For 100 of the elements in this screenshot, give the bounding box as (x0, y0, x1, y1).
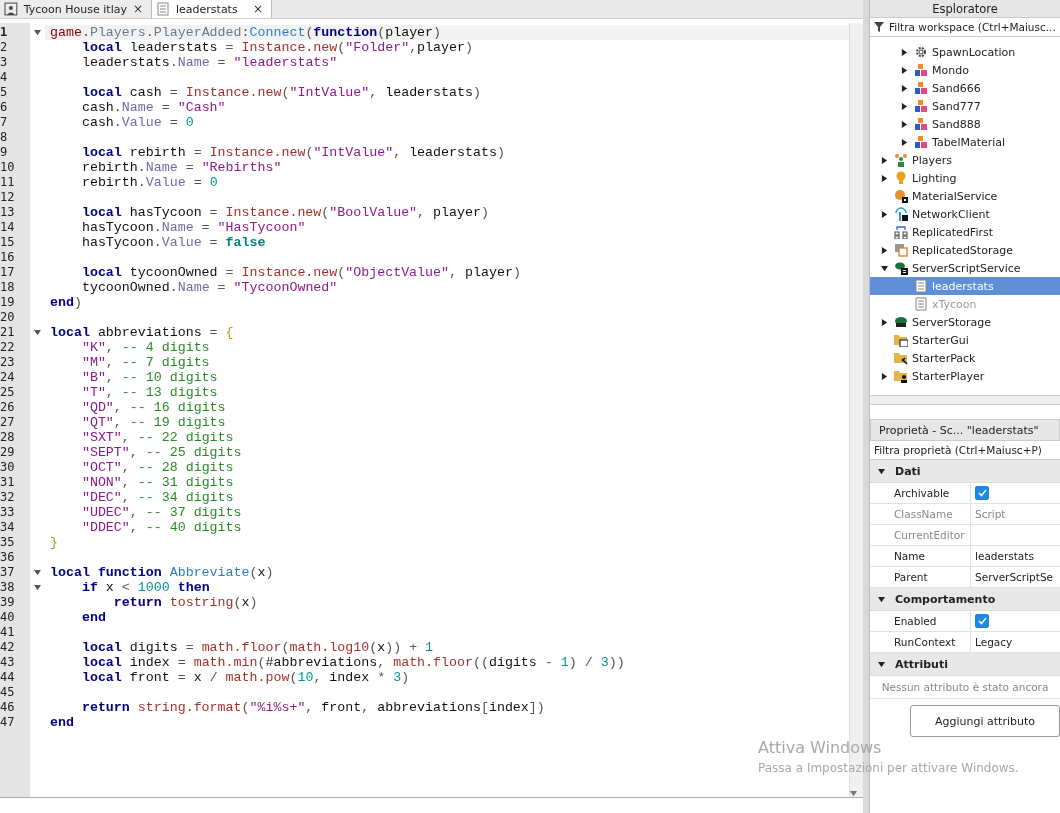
line-number: 47 (0, 715, 16, 730)
fold-arrow-icon[interactable] (34, 584, 41, 591)
tree-item[interactable]: MaterialService (870, 187, 1060, 205)
line-number: 12 (0, 190, 16, 205)
tree-item[interactable]: ServerStorage (870, 313, 1060, 331)
line-number: 15 (0, 235, 16, 250)
line-number: 27 (0, 415, 16, 430)
tree-item[interactable]: TabelMaterial (870, 133, 1060, 151)
code-line: "M", -- 7 digits (80, 355, 210, 370)
expand-arrow-icon[interactable] (880, 264, 888, 272)
tree-item[interactable]: SpawnLocation (870, 43, 1060, 61)
property-name: Enabled (870, 611, 971, 631)
expand-arrow-icon[interactable] (880, 372, 888, 380)
blocks-icon (914, 117, 928, 131)
add-attribute-button[interactable]: Aggiungi attributo (910, 705, 1060, 737)
checkbox[interactable] (975, 486, 989, 500)
expand-arrow-icon[interactable] (878, 595, 885, 603)
property-value[interactable]: ServerScriptSe (975, 571, 1053, 583)
expand-arrow-icon[interactable] (880, 318, 888, 326)
line-number: 34 (0, 520, 16, 535)
material-icon (894, 189, 908, 203)
code-line: end (50, 715, 74, 730)
fold-arrow-icon[interactable] (34, 569, 41, 576)
tree-item[interactable]: StarterPlayer (870, 367, 1060, 385)
line-number: 1 (0, 25, 9, 40)
tree-item[interactable]: ReplicatedStorage (870, 241, 1060, 259)
tree-item[interactable]: Mondo (870, 61, 1060, 79)
tree-item[interactable]: Sand777 (870, 97, 1060, 115)
fold-arrow-icon[interactable] (34, 29, 41, 36)
line-number: 40 (0, 610, 16, 625)
property-name: RunContext (870, 632, 971, 652)
expand-arrow-icon[interactable] (900, 48, 908, 56)
tree-item[interactable]: ServerScriptService (870, 259, 1060, 277)
expand-arrow-icon[interactable] (878, 660, 885, 668)
code-line: game.Players.PlayerAdded:Connect(function(player) (50, 25, 442, 40)
section-header[interactable]: Comportamento (870, 588, 1060, 611)
line-number: 21 (0, 325, 16, 340)
tree-item[interactable]: Players (870, 151, 1060, 169)
blocks-icon (914, 135, 928, 149)
tab-label: Tycoon House itlay (23, 2, 127, 16)
expand-arrow-icon[interactable] (900, 84, 908, 92)
fold-arrow-icon[interactable] (34, 329, 41, 336)
tree-item[interactable]: Sand666 (870, 79, 1060, 97)
item-label: ServerStorage (912, 315, 992, 329)
expand-arrow-icon[interactable] (880, 174, 888, 182)
close-icon[interactable]: × (132, 2, 143, 16)
item-label: xTycoon (932, 297, 977, 311)
script-icon (914, 279, 928, 293)
expand-arrow-icon[interactable] (880, 246, 888, 254)
gear-icon (914, 45, 928, 59)
line-number: 26 (0, 400, 16, 415)
expand-arrow-icon[interactable] (900, 102, 908, 110)
line-number: 11 (0, 175, 16, 190)
tree-item[interactable]: Lighting (870, 169, 1060, 187)
line-number: 17 (0, 265, 16, 280)
close-icon[interactable]: × (252, 2, 263, 16)
scroll-down-icon[interactable] (850, 790, 858, 797)
expand-arrow-icon[interactable] (880, 156, 888, 164)
section-header[interactable]: Attributi (870, 653, 1060, 676)
editor-tab[interactable]: leaderstats × (152, 0, 272, 18)
line-number: 19 (0, 295, 16, 310)
scrollbar[interactable] (870, 395, 1060, 405)
expand-arrow-icon[interactable] (880, 210, 888, 218)
tree-item[interactable]: StarterPack (870, 349, 1060, 367)
tree-item[interactable]: NetworkClient (870, 205, 1060, 223)
expand-arrow-icon[interactable] (900, 120, 908, 128)
item-label: MaterialService (912, 189, 998, 203)
property-value[interactable]: Legacy (975, 636, 1013, 648)
property-value[interactable]: Script (975, 508, 1006, 520)
tree-item[interactable]: Sand888 (870, 115, 1060, 133)
line-number: 22 (0, 340, 16, 355)
line-number: 8 (0, 130, 9, 145)
code-line: "SEPT", -- 25 digits (80, 445, 242, 460)
checkbox[interactable] (975, 614, 989, 628)
antenna-icon (894, 207, 908, 221)
blocks-icon (914, 63, 928, 77)
line-number: 16 (0, 250, 16, 265)
line-number: 46 (0, 700, 16, 715)
expand-arrow-icon[interactable] (900, 138, 908, 146)
property-name: Archivable (870, 483, 971, 503)
expand-arrow-icon[interactable] (878, 467, 885, 475)
property-value[interactable]: leaderstats (975, 550, 1034, 562)
filter-field[interactable]: Filtra workspace (Ctrl+Maiusc... (870, 18, 1060, 37)
tree-item[interactable]: ReplicatedFirst (870, 223, 1060, 241)
section-header[interactable]: Dati (870, 460, 1060, 483)
expand-arrow-icon[interactable] (900, 66, 908, 74)
cloud-icon (894, 315, 908, 329)
code-line: return string.format("%i%s+", front, abbreviations[index]) (80, 700, 545, 715)
line-number: 33 (0, 505, 16, 520)
code-line: hasTycoon.Name = "HasTycoon" (80, 220, 306, 235)
code-line: "B", -- 10 digits (80, 370, 218, 385)
tree-item[interactable]: StarterGui (870, 331, 1060, 349)
empty-message: Nessun attributo è stato ancora (870, 676, 1060, 699)
item-label: ReplicatedStorage (912, 243, 1013, 257)
code-line: local tycoonOwned = Instance.new("ObjectValue", player) (80, 265, 521, 280)
code-line: rebirth.Value = 0 (80, 175, 218, 190)
folder-icon (894, 369, 908, 383)
script-icon (914, 297, 928, 311)
line-number: 45 (0, 685, 16, 700)
item-label: ServerScriptService (912, 261, 1021, 275)
